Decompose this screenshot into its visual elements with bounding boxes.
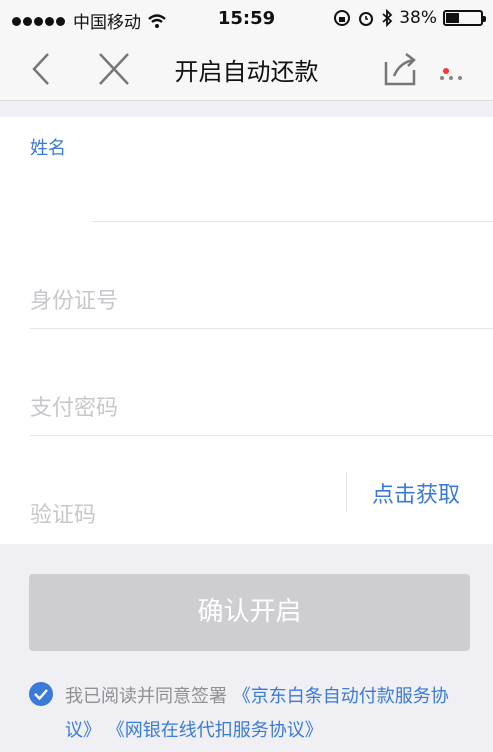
- get-code-button[interactable]: 点击获取: [372, 477, 460, 509]
- share-icon: [384, 53, 416, 86]
- share-button[interactable]: [380, 50, 420, 88]
- alarm-icon: [359, 12, 374, 26]
- payment-password-placeholder: 支付密码: [30, 396, 119, 421]
- battery-percent: 38%: [399, 8, 437, 28]
- auto-repay-form: 姓名 身份证号 支付密码 验证码 点击获取: [0, 117, 493, 544]
- check-icon: [34, 689, 48, 701]
- nav-bar: 开启自动还款: [0, 38, 493, 101]
- agreement-section: 我已阅读并同意签署 《京东白条自动付款服务协议》 《网银在线代扣服务协议》: [29, 680, 479, 748]
- notification-dot: [443, 68, 449, 74]
- id-number-placeholder: 身份证号: [30, 289, 119, 314]
- battery-icon: [443, 10, 486, 26]
- verification-code-placeholder: 验证码: [30, 503, 97, 528]
- payment-password-input[interactable]: 支付密码: [30, 364, 493, 436]
- agree-checkbox[interactable]: [29, 682, 53, 706]
- bluetooth-icon: [382, 9, 393, 27]
- agreement-prefix: 我已阅读并同意签署: [65, 686, 227, 707]
- wangyin-agreement-link[interactable]: 《网银在线代扣服务协议》: [107, 720, 323, 741]
- name-input[interactable]: [92, 117, 493, 222]
- code-divider: [346, 472, 347, 512]
- confirm-button[interactable]: 确认开启: [29, 574, 470, 651]
- id-number-input[interactable]: 身份证号: [30, 257, 493, 329]
- status-bar: 中国移动 15:59 38%: [0, 0, 493, 38]
- verification-code-input[interactable]: 验证码: [30, 471, 333, 544]
- name-field-label: 姓名: [30, 138, 66, 159]
- rotation-lock-icon: [334, 10, 351, 26]
- more-icon: [440, 76, 462, 80]
- more-button[interactable]: [434, 50, 474, 88]
